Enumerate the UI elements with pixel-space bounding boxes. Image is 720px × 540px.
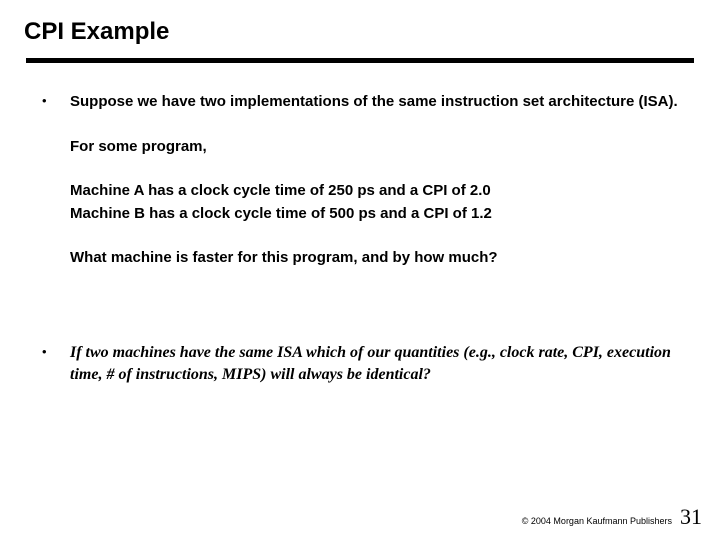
paragraph: Suppose we have two implementations of t… [70, 91, 678, 114]
bullet-item: • If two machines have the same ISA whic… [42, 342, 678, 387]
bullet-item: • Suppose we have two implementations of… [42, 91, 678, 270]
paragraph: For some program, [70, 136, 678, 159]
bullet-marker: • [42, 342, 70, 387]
slide-content: • Suppose we have two implementations of… [24, 91, 696, 386]
slide-title: CPI Example [24, 18, 696, 46]
bullet-marker: • [42, 91, 70, 270]
paragraph: What machine is faster for this program,… [70, 247, 678, 270]
paragraph: If two machines have the same ISA which … [70, 342, 678, 387]
copyright-text: © 2004 Morgan Kaufmann Publishers [522, 516, 672, 526]
footer: © 2004 Morgan Kaufmann Publishers 31 [522, 504, 702, 530]
bullet-body: Suppose we have two implementations of t… [70, 91, 678, 270]
title-rule [26, 58, 694, 63]
page-number: 31 [680, 504, 702, 530]
slide: CPI Example • Suppose we have two implem… [0, 0, 720, 540]
bullet-body: If two machines have the same ISA which … [70, 342, 678, 387]
paragraph: Machine A has a clock cycle time of 250 … [70, 180, 678, 225]
